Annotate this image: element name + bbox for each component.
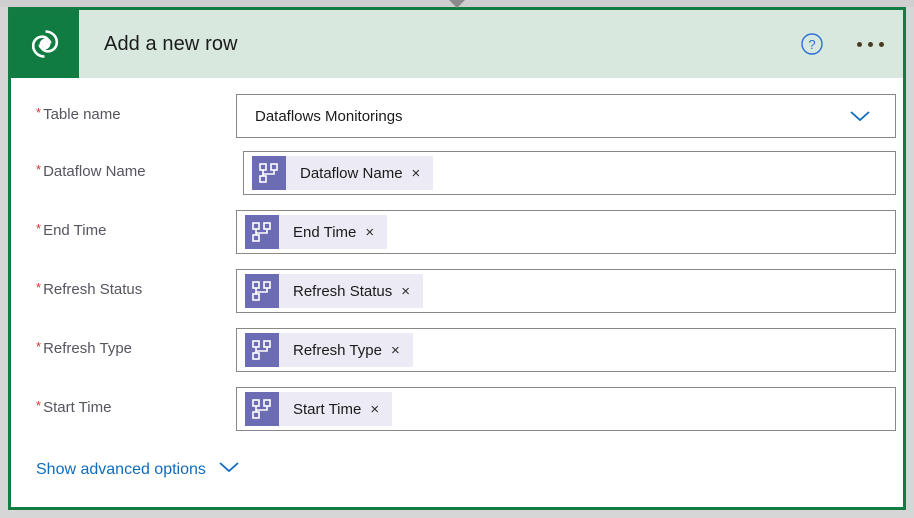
field-row-refresh-type: *Refresh Type xyxy=(11,328,903,376)
field-label-text: Start Time xyxy=(43,399,111,416)
token-label: Refresh Status xyxy=(279,283,401,300)
dynamic-content-token[interactable]: End Time × xyxy=(245,215,387,249)
page-title: Add a new row xyxy=(104,33,238,56)
dynamic-content-token[interactable]: Refresh Status × xyxy=(245,274,423,308)
ellipsis-icon[interactable] xyxy=(853,31,887,57)
field-row-start-time: *Start Time xyxy=(11,387,903,435)
dynamic-content-sitemap-icon xyxy=(245,333,279,367)
field-row-end-time: *End Time xyxy=(11,210,903,258)
screenshot-root: Add a new row ? *T xyxy=(0,0,914,518)
required-marker: * xyxy=(36,280,41,295)
add-a-new-row-card: Add a new row ? *T xyxy=(8,7,906,510)
show-advanced-options-button[interactable]: Show advanced options xyxy=(36,460,240,479)
token-label: Start Time xyxy=(279,401,370,418)
field-label-end-time: *End Time xyxy=(36,221,106,239)
svg-text:?: ? xyxy=(808,37,815,52)
ellipsis-dot xyxy=(879,42,884,47)
required-marker: * xyxy=(36,105,41,120)
field-label-text: Refresh Status xyxy=(43,281,142,298)
chevron-down-icon[interactable] xyxy=(849,109,871,123)
help-circle-icon[interactable]: ? xyxy=(799,31,825,57)
show-advanced-options-label: Show advanced options xyxy=(36,461,206,479)
field-label-text: Refresh Type xyxy=(43,340,132,357)
table-name-value: Dataflows Monitorings xyxy=(255,108,849,125)
dataverse-logo-icon xyxy=(11,10,79,78)
caret-down-icon[interactable] xyxy=(449,0,465,8)
required-marker: * xyxy=(36,162,41,177)
close-icon[interactable]: × xyxy=(412,166,434,181)
required-marker: * xyxy=(36,221,41,236)
dynamic-content-token[interactable]: Dataflow Name × xyxy=(252,156,433,190)
field-label-start-time: *Start Time xyxy=(36,398,111,416)
field-row-refresh-status: *Refresh Status xyxy=(11,269,903,317)
field-label-dataflow-name: *Dataflow Name xyxy=(36,162,146,180)
close-icon[interactable]: × xyxy=(365,225,387,240)
field-row-table-name: *Table name Dataflows Monitorings xyxy=(11,94,903,142)
close-icon[interactable]: × xyxy=(401,284,423,299)
field-label-refresh-status: *Refresh Status xyxy=(36,280,142,298)
field-label-text: Dataflow Name xyxy=(43,163,146,180)
token-label: Dataflow Name xyxy=(286,165,412,182)
ellipsis-dot xyxy=(868,42,873,47)
field-label-text: Table name xyxy=(43,106,121,123)
dynamic-content-sitemap-icon xyxy=(245,274,279,308)
field-label-table-name: *Table name xyxy=(36,105,121,123)
dynamic-content-sitemap-icon xyxy=(245,392,279,426)
dynamic-content-token[interactable]: Start Time × xyxy=(245,392,392,426)
field-row-dataflow-name: *Dataflow Name xyxy=(11,151,903,199)
dynamic-content-token[interactable]: Refresh Type × xyxy=(245,333,413,367)
token-label: End Time xyxy=(279,224,365,241)
field-label-refresh-type: *Refresh Type xyxy=(36,339,132,357)
ellipsis-dot xyxy=(857,42,862,47)
end-time-input[interactable]: End Time × xyxy=(236,210,896,254)
dataflow-name-input[interactable]: Dataflow Name × xyxy=(243,151,896,195)
dynamic-content-sitemap-icon xyxy=(245,215,279,249)
chevron-down-icon[interactable] xyxy=(218,460,240,479)
card-body: *Table name Dataflows Monitorings *Dataf… xyxy=(11,78,903,507)
start-time-input[interactable]: Start Time × xyxy=(236,387,896,431)
refresh-status-input[interactable]: Refresh Status × xyxy=(236,269,896,313)
dynamic-content-sitemap-icon xyxy=(252,156,286,190)
close-icon[interactable]: × xyxy=(370,402,392,417)
required-marker: * xyxy=(36,339,41,354)
close-icon[interactable]: × xyxy=(391,343,413,358)
table-name-dropdown[interactable]: Dataflows Monitorings xyxy=(236,94,896,138)
required-marker: * xyxy=(36,398,41,413)
card-header: Add a new row ? xyxy=(11,10,903,78)
header-actions: ? xyxy=(799,10,887,78)
field-label-text: End Time xyxy=(43,222,106,239)
token-label: Refresh Type xyxy=(279,342,391,359)
refresh-type-input[interactable]: Refresh Type × xyxy=(236,328,896,372)
